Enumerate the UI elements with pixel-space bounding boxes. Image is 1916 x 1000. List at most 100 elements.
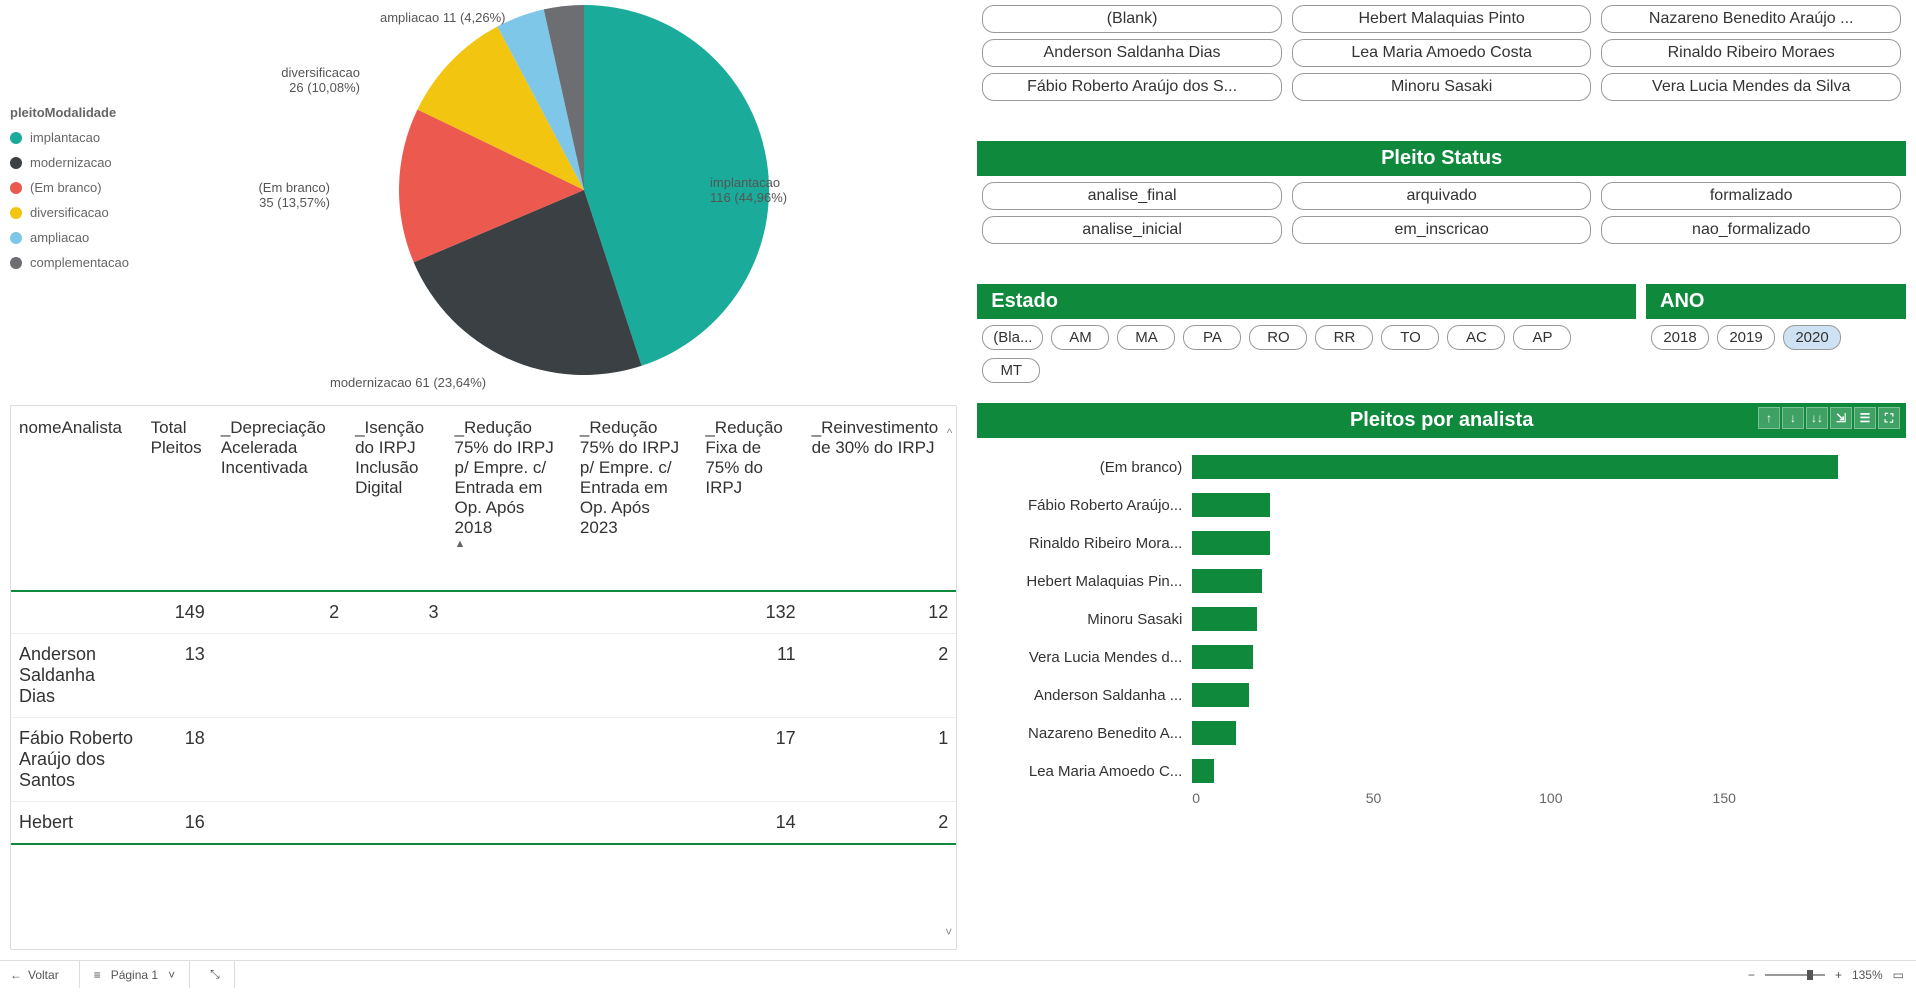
focus-mode-icon[interactable]: ⛶ <box>1878 407 1900 429</box>
zoom-in-icon[interactable]: + <box>1835 968 1842 982</box>
pie-label-modernizacao: modernizacao 61 (23,64%) <box>330 375 486 390</box>
cell-value: 2 <box>213 591 347 634</box>
total-value: 258 <box>143 844 213 856</box>
bar-track <box>1192 607 1886 631</box>
cell-value: 149 <box>143 591 213 634</box>
slicer-option[interactable]: Hebert Malaquias Pinto <box>1292 5 1592 33</box>
slicer-option[interactable]: 2019 <box>1717 325 1775 350</box>
bar-track <box>1192 493 1886 517</box>
bar-row[interactable]: Rinaldo Ribeiro Mora... <box>987 524 1886 562</box>
fit-page-icon[interactable]: ▭ <box>1893 968 1904 982</box>
cell-value: 16 <box>143 802 213 845</box>
slicer-analistas: (Blank) Hebert Malaquias Pinto Nazareno Be… <box>977 5 1906 101</box>
legend-item-implantacao[interactable]: implantacao <box>10 130 190 145</box>
slicer-option[interactable]: Nazareno Benedito Araújo ... <box>1601 5 1901 33</box>
cell-value <box>572 591 697 634</box>
slicer-option[interactable]: Anderson Saldanha Dias <box>982 39 1282 67</box>
slicer-option[interactable]: MT <box>982 358 1040 383</box>
slicer-option[interactable]: Lea Maria Amoedo Costa <box>1292 39 1592 67</box>
cell-value <box>213 802 347 845</box>
bar-fill <box>1192 569 1261 593</box>
col-header[interactable]: nomeAnalista <box>11 406 143 591</box>
slicer-option[interactable]: PA <box>1183 325 1241 350</box>
slicer-option[interactable]: arquivado <box>1292 182 1592 210</box>
slicer-option[interactable]: MA <box>1117 325 1175 350</box>
cell-value: 11 <box>697 634 803 718</box>
analyst-table[interactable]: ^ ˅ nomeAnalistaTotal Pleitos_Depreciaçã… <box>10 405 957 950</box>
slicer-option[interactable]: em_inscricao <box>1292 216 1592 244</box>
slicer-option[interactable]: RR <box>1315 325 1373 350</box>
drill-down-icon[interactable]: ↓ <box>1782 407 1804 429</box>
chevron-down-icon: ˅ <box>168 968 175 982</box>
legend-swatch-icon <box>10 132 22 144</box>
bar-fill <box>1192 455 1838 479</box>
bar-chart[interactable]: (Em branco)Fábio Roberto Araújo...Rinald… <box>977 438 1906 816</box>
table-row[interactable]: 1492313212 <box>11 591 956 634</box>
slicer-option[interactable]: 2018 <box>1651 325 1709 350</box>
legend-item-ampliacao[interactable]: ampliacao <box>10 230 190 245</box>
pie-label-implantacao: implantacao116 (44,96%) <box>710 175 787 205</box>
slicer-option[interactable]: 2020 <box>1783 325 1841 350</box>
bar-label: Nazareno Benedito A... <box>987 725 1182 742</box>
cell-value <box>347 802 446 845</box>
collapse-icon[interactable]: ⤡ <box>210 961 235 988</box>
col-header[interactable]: _Redução 75% do IRPJ p/ Empre. c/ Entrad… <box>572 406 697 591</box>
page-selector[interactable]: ≡ Página 1 ˅ <box>79 961 190 988</box>
bar-row[interactable]: Vera Lucia Mendes d... <box>987 638 1886 676</box>
back-button[interactable]: ← Voltar <box>10 968 59 982</box>
drill-through-icon[interactable]: ⇲ <box>1830 407 1852 429</box>
col-header[interactable]: _Redução Fixa de 75% do IRPJ <box>697 406 803 591</box>
col-header[interactable]: Total Pleitos <box>143 406 213 591</box>
slicer-option[interactable]: analise_final <box>982 182 1282 210</box>
slicer-option[interactable]: analise_inicial <box>982 216 1282 244</box>
slicer-option[interactable]: Vera Lucia Mendes da Silva <box>1601 73 1901 101</box>
total-value <box>447 844 572 856</box>
bar-track <box>1192 569 1886 593</box>
slicer-option[interactable]: AC <box>1447 325 1505 350</box>
pie-chart[interactable]: implantacao116 (44,96%) modernizacao 61 (… <box>210 5 957 405</box>
legend-item-modernizacao[interactable]: modernizacao <box>10 155 190 170</box>
bar-row[interactable]: Nazareno Benedito A... <box>987 714 1886 752</box>
slicer-option[interactable]: Fábio Roberto Araújo dos S... <box>982 73 1282 101</box>
table-row[interactable]: Hebert16142 <box>11 802 956 845</box>
scroll-up-icon[interactable]: ^ <box>947 426 953 440</box>
col-header[interactable]: _Isenção do IRPJ Inclusão Digital <box>347 406 446 591</box>
slicer-option[interactable]: TO <box>1381 325 1439 350</box>
slicer-option[interactable]: (Blank) <box>982 5 1282 33</box>
cell-value <box>572 634 697 718</box>
col-header[interactable]: _Reinvestimento de 30% do IRPJ <box>804 406 957 591</box>
bar-track <box>1192 531 1886 555</box>
legend-item-em_branco[interactable]: (Em branco) <box>10 180 190 195</box>
expand-all-icon[interactable]: ↓↓ <box>1806 407 1828 429</box>
slicer-option[interactable]: nao_formalizado <box>1601 216 1901 244</box>
cell-value <box>572 718 697 802</box>
filter-icon[interactable]: ☰ <box>1854 407 1876 429</box>
bar-row[interactable]: Lea Maria Amoedo C... <box>987 752 1886 790</box>
col-header[interactable]: _Redução 75% do IRPJ p/ Empre. c/ Entrad… <box>447 406 572 591</box>
table-row[interactable]: Fábio Roberto Araújo dos Santos18171 <box>11 718 956 802</box>
slicer-estado: Estado (Bla...AMMAPARORRTOACAPMT <box>977 284 1636 383</box>
legend-item-diversificacao[interactable]: diversificacao <box>10 205 190 220</box>
cell-value: 3 <box>347 591 446 634</box>
slicer-option[interactable]: Minoru Sasaki <box>1292 73 1592 101</box>
bar-row[interactable]: Hebert Malaquias Pin... <box>987 562 1886 600</box>
legend-swatch-icon <box>10 257 22 269</box>
legend-item-complementacao[interactable]: complementacao <box>10 255 190 270</box>
col-header[interactable]: _Depreciação Acelerada Incentivada <box>213 406 347 591</box>
slicer-option[interactable]: formalizado <box>1601 182 1901 210</box>
bar-row[interactable]: (Em branco) <box>987 448 1886 486</box>
bar-row[interactable]: Anderson Saldanha ... <box>987 676 1886 714</box>
slicer-option[interactable]: Rinaldo Ribeiro Moraes <box>1601 39 1901 67</box>
slicer-option[interactable]: (Bla... <box>982 325 1043 350</box>
scroll-down-icon[interactable]: ˅ <box>945 925 952 939</box>
bar-row[interactable]: Fábio Roberto Araújo... <box>987 486 1886 524</box>
slicer-option[interactable]: RO <box>1249 325 1307 350</box>
zoom-out-icon[interactable]: − <box>1748 968 1755 982</box>
zoom-slider[interactable] <box>1765 974 1825 976</box>
axis-tick: 0 <box>1192 790 1365 806</box>
slicer-option[interactable]: AP <box>1513 325 1571 350</box>
table-row[interactable]: Anderson Saldanha Dias13112 <box>11 634 956 718</box>
bar-row[interactable]: Minoru Sasaki <box>987 600 1886 638</box>
drill-up-icon[interactable]: ↑ <box>1758 407 1780 429</box>
slicer-option[interactable]: AM <box>1051 325 1109 350</box>
